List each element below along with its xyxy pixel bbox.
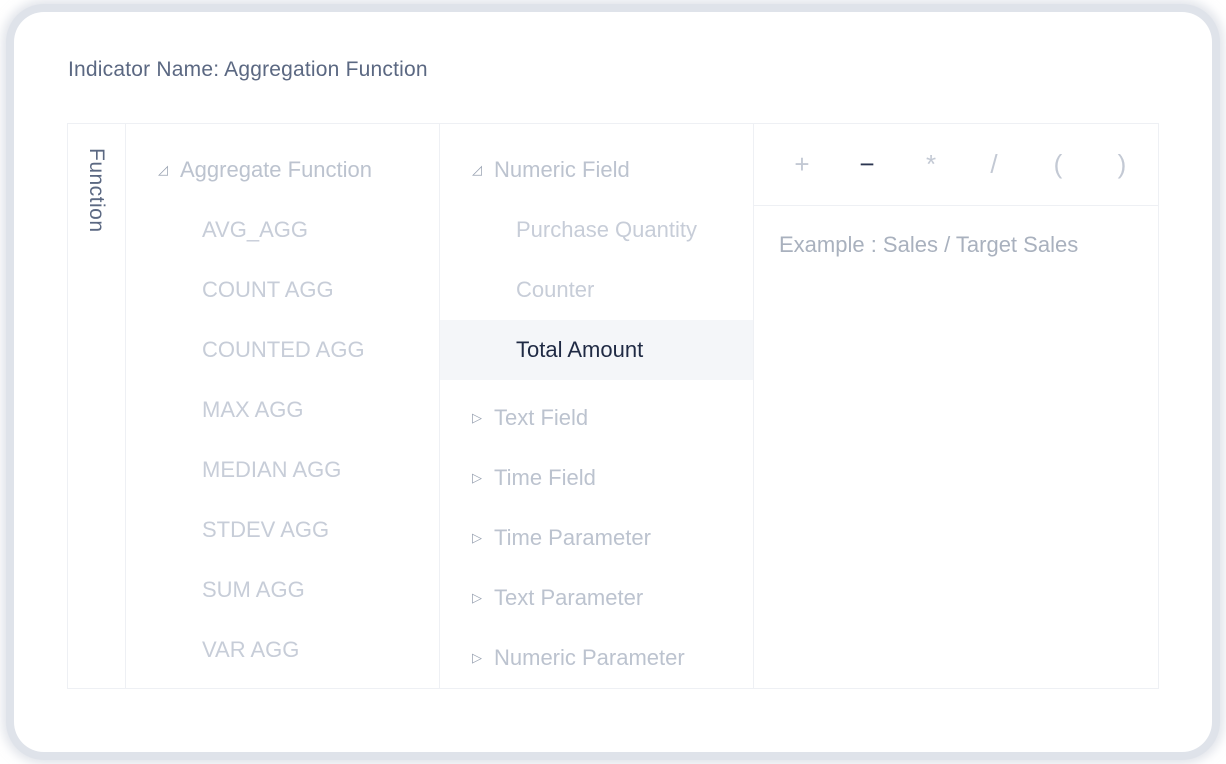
time-field-group[interactable]: ▷ Time Field (470, 448, 596, 508)
function-item[interactable]: MEDIAN AGG (202, 440, 341, 500)
tab-function[interactable]: Function (84, 148, 108, 233)
collapsed-caret-icon: ▷ (472, 530, 482, 545)
formula-panel: Function ◿ Aggregate Function AVG_AGG CO… (67, 123, 1159, 689)
indicator-title: Indicator Name: Aggregation Function (68, 58, 428, 81)
function-list: ◿ Aggregate Function AVG_AGG COUNT AGG C… (126, 124, 440, 688)
group-label: Time Parameter (494, 525, 651, 550)
aggregate-function-group[interactable]: ◿ Aggregate Function (156, 140, 372, 200)
group-label: Numeric Parameter (494, 645, 685, 670)
expanded-caret-icon: ◿ (158, 162, 168, 177)
collapsed-caret-icon: ▷ (472, 650, 482, 665)
group-label: Text Parameter (494, 585, 644, 610)
function-item[interactable]: COUNTED AGG (202, 320, 365, 380)
formula-editor-column: + − * / ( ) Example : Sales / Target Sal… (754, 124, 1158, 688)
collapsed-caret-icon: ▷ (472, 590, 482, 605)
function-tab-column: Function (68, 124, 126, 688)
function-item[interactable]: VAR AGG (202, 620, 299, 680)
field-item[interactable]: Purchase Quantity (516, 200, 697, 260)
time-parameter-group[interactable]: ▷ Time Parameter (470, 508, 651, 568)
close-paren-button[interactable]: ) (1102, 144, 1142, 184)
group-label: Text Field (494, 405, 589, 430)
field-list: ◿ Numeric Field Purchase Quantity Counte… (440, 124, 754, 688)
divide-button[interactable]: / (974, 144, 1014, 184)
numeric-field-group[interactable]: ◿ Numeric Field (470, 140, 630, 200)
operator-toolbar: + − * / ( ) (754, 124, 1158, 206)
multiply-button[interactable]: * (911, 144, 951, 184)
collapsed-caret-icon: ▷ (472, 470, 482, 485)
collapsed-caret-icon: ▷ (472, 410, 482, 425)
function-item[interactable]: AVG_AGG (202, 200, 308, 260)
function-item[interactable]: SUM AGG (202, 560, 305, 620)
group-label: Time Field (494, 465, 596, 490)
plus-button[interactable]: + (782, 144, 822, 184)
field-item[interactable]: Counter (516, 260, 594, 320)
function-item[interactable]: COUNT AGG (202, 260, 334, 320)
minus-button[interactable]: − (847, 144, 887, 184)
field-item-selected[interactable]: Total Amount (440, 320, 753, 380)
group-label: Numeric Field (494, 157, 630, 182)
function-item[interactable]: MAX AGG (202, 380, 303, 440)
formula-input[interactable]: Example : Sales / Target Sales (779, 232, 1078, 258)
numeric-parameter-group[interactable]: ▷ Numeric Parameter (470, 628, 685, 688)
function-item[interactable]: STDEV AGG (202, 500, 329, 560)
expanded-caret-icon: ◿ (472, 162, 482, 177)
group-label: Aggregate Function (180, 157, 373, 182)
text-parameter-group[interactable]: ▷ Text Parameter (470, 568, 643, 628)
open-paren-button[interactable]: ( (1038, 144, 1078, 184)
text-field-group[interactable]: ▷ Text Field (470, 388, 588, 448)
